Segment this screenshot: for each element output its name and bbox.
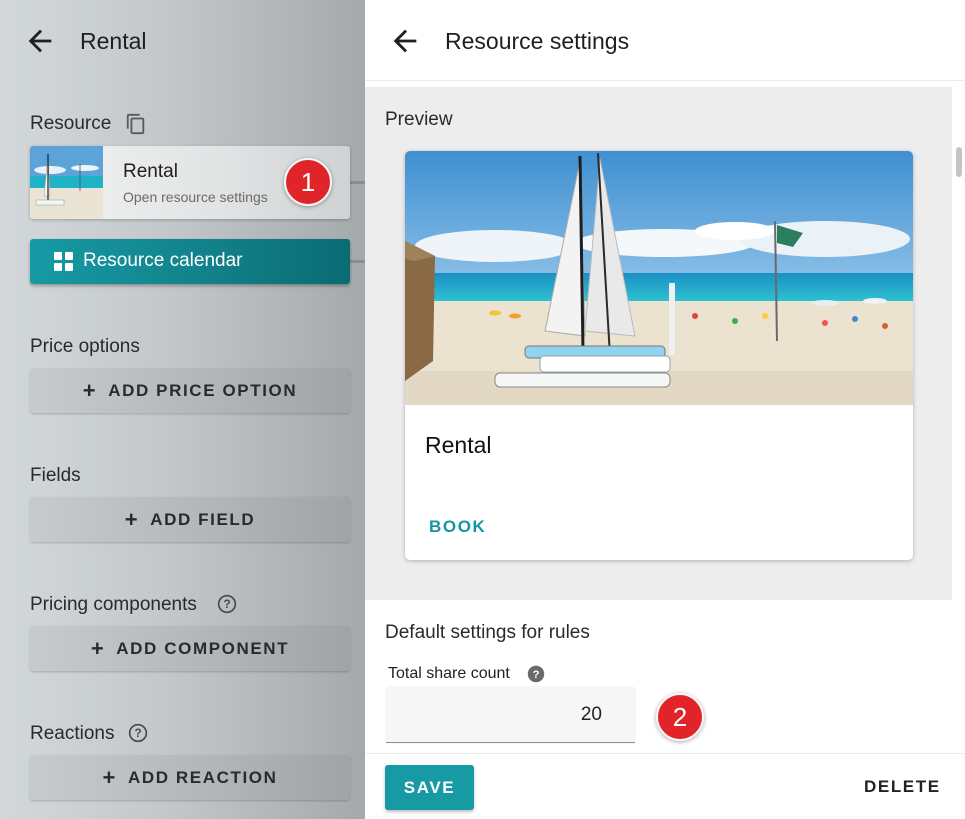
right-panel-title: Resource settings (445, 28, 630, 54)
resource-card-subtitle: Open resource settings (123, 189, 268, 205)
svg-text:?: ? (134, 727, 141, 740)
default-settings-label: Default settings for rules (385, 622, 590, 643)
add-field-button[interactable]: + ADD FIELD (30, 497, 350, 542)
add-reaction-button[interactable]: + ADD REACTION (30, 755, 350, 800)
right-header: Resource settings (365, 0, 965, 81)
preview-label: Preview (385, 109, 453, 130)
svg-text:?: ? (533, 669, 540, 681)
connector-line (350, 181, 365, 184)
plus-icon: + (90, 635, 106, 661)
help-icon[interactable]: ? (527, 665, 545, 683)
plus-icon: + (124, 506, 140, 532)
preview-section: Preview Rental BOOK (365, 87, 952, 600)
plus-icon: + (82, 377, 98, 403)
book-button[interactable]: BOOK (429, 517, 486, 537)
price-options-label: Price options (30, 336, 140, 357)
connector-line (350, 260, 365, 263)
right-panel: Resource settings Preview Rental BOOK De… (365, 0, 965, 819)
copy-icon[interactable] (125, 113, 147, 135)
save-button[interactable]: SAVE (385, 765, 474, 810)
back-arrow-icon[interactable] (23, 24, 57, 58)
add-component-label: ADD COMPONENT (116, 638, 290, 658)
delete-button[interactable]: DELETE (864, 777, 941, 797)
svg-text:?: ? (223, 598, 230, 611)
add-component-button[interactable]: + ADD COMPONENT (30, 626, 350, 671)
scrollbar[interactable] (952, 87, 965, 753)
left-panel: Rental Resource Rental Open resource set… (0, 0, 365, 819)
resource-calendar-label: Resource calendar (83, 250, 243, 271)
add-price-option-label: ADD PRICE OPTION (108, 380, 298, 400)
resource-label: Resource (30, 113, 112, 134)
total-share-count-input[interactable] (386, 687, 635, 743)
total-share-count-label: Total share count (388, 665, 510, 682)
reactions-label: Reactions (30, 723, 115, 744)
grid-icon (54, 252, 73, 271)
help-icon[interactable]: ? (217, 594, 237, 614)
preview-card: Rental BOOK (405, 151, 913, 560)
fields-label: Fields (30, 465, 81, 486)
back-arrow-icon[interactable] (388, 24, 422, 58)
help-icon[interactable]: ? (128, 723, 148, 743)
add-price-option-button[interactable]: + ADD PRICE OPTION (30, 368, 350, 413)
resource-card-name: Rental (123, 161, 178, 182)
left-header: Rental (0, 0, 365, 82)
preview-card-name: Rental (425, 432, 492, 458)
resource-thumbnail (30, 146, 103, 219)
scroll-thumb[interactable] (956, 147, 962, 177)
footer: SAVE DELETE (365, 753, 965, 819)
resource-calendar-button[interactable]: Resource calendar (30, 239, 350, 284)
annotation-badge-2: 2 (656, 693, 704, 741)
plus-icon: + (102, 764, 117, 790)
add-reaction-label: ADD REACTION (127, 767, 278, 787)
add-field-label: ADD FIELD (150, 509, 256, 529)
left-panel-title: Rental (80, 28, 147, 54)
pricing-components-label: Pricing components (30, 594, 197, 615)
preview-image (405, 151, 913, 405)
annotation-badge-1: 1 (284, 158, 332, 206)
